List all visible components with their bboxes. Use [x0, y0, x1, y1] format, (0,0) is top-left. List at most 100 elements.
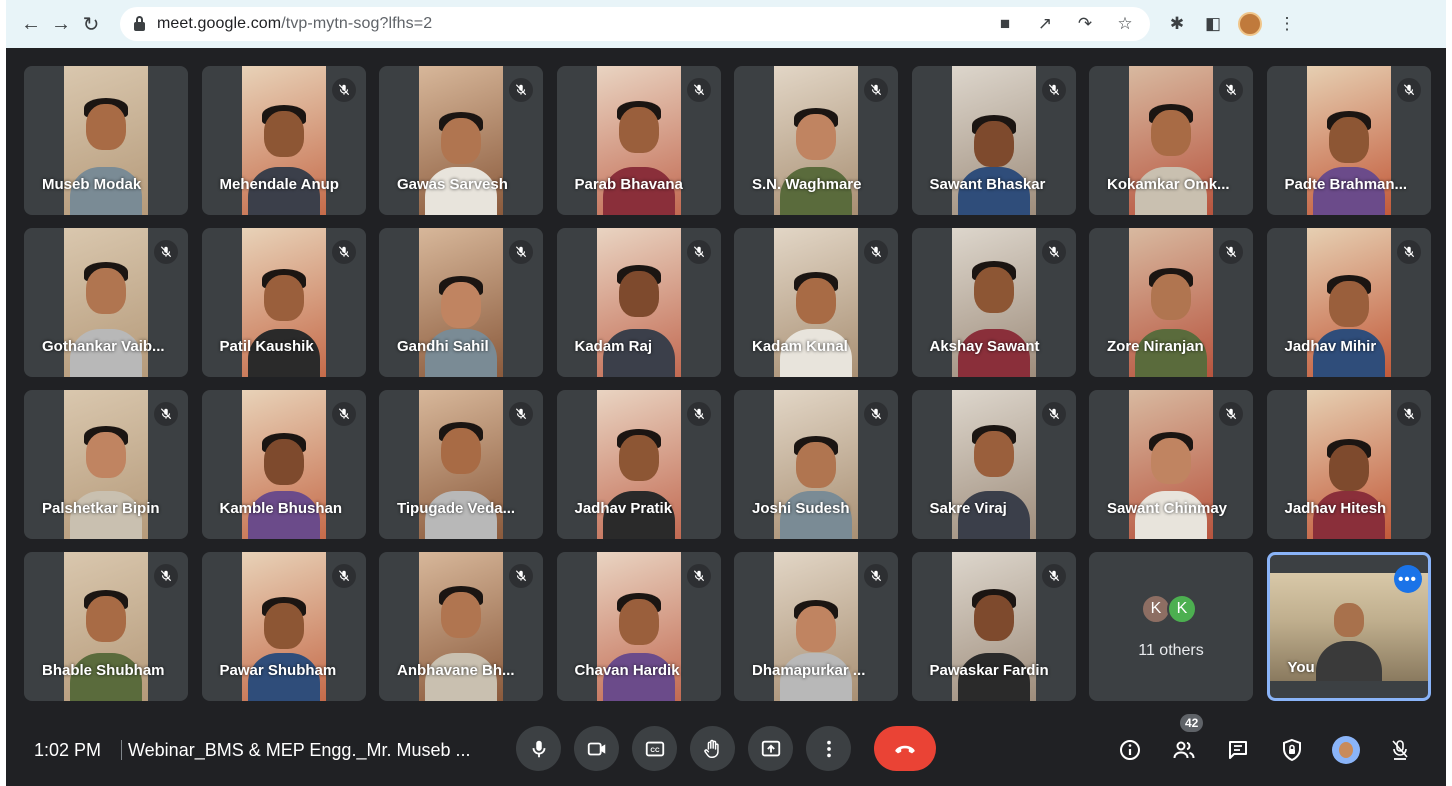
participant-tile[interactable]: Palshetkar Bipin [24, 390, 188, 539]
participant-tile[interactable]: Museb Modak [24, 66, 188, 215]
mic-off-icon [331, 78, 356, 102]
participant-tile[interactable]: Joshi Sudesh [734, 390, 898, 539]
participant-tile[interactable]: Tipugade Veda... [379, 390, 543, 539]
participant-name: Sakre Viraj [929, 500, 1007, 517]
browser-toolbar: ← → ↻ meet.google.com/tvp-mytn-sog?lfhs=… [6, 0, 1446, 48]
extensions-puzzle-icon[interactable]: ✱ [1166, 13, 1188, 35]
participant-tile[interactable]: Akshay Sawant [911, 228, 1076, 377]
back-arrow-icon[interactable]: ← [16, 9, 46, 39]
share-icon[interactable]: ↷ [1074, 13, 1096, 35]
mic-off-icon [686, 78, 711, 102]
microphone-icon [532, 740, 545, 757]
participant-tile[interactable]: Parab Bhavana [556, 66, 721, 215]
forward-arrow-icon[interactable]: → [46, 9, 76, 39]
participant-tile[interactable]: Gawas Sarvesh [379, 66, 543, 215]
participant-name: Kadam Kunal [752, 338, 848, 355]
participant-name: Palshetkar Bipin [42, 500, 160, 517]
participant-tile[interactable]: Zore Niranjan [1089, 228, 1253, 377]
participant-tile[interactable]: Kamble Bhushan [201, 390, 366, 539]
address-bar[interactable]: meet.google.com/tvp-mytn-sog?lfhs=2 ■ ↗ … [120, 7, 1150, 41]
participant-tile[interactable]: Bhable Shubham [24, 552, 188, 701]
video-camera-icon [587, 742, 605, 755]
participant-tile[interactable]: Sakre Viraj [911, 390, 1076, 539]
participant-tile[interactable]: Gothankar Vaib... [24, 228, 188, 377]
participant-tile[interactable]: Chavan Hardik [556, 552, 721, 701]
camera-button[interactable] [574, 726, 619, 771]
meeting-details-button[interactable] [1114, 734, 1146, 766]
participant-name: Gothankar Vaib... [42, 338, 165, 355]
participant-tile[interactable]: Gandhi Sahil [379, 228, 543, 377]
camera-blocked-icon[interactable]: ■ [994, 13, 1016, 35]
mic-off-icon [864, 78, 888, 102]
mic-off-icon [864, 564, 888, 588]
mic-off-icon [1219, 402, 1243, 426]
bookmark-star-icon[interactable]: ☆ [1114, 13, 1136, 35]
meet-window: ← → ↻ meet.google.com/tvp-mytn-sog?lfhs=… [6, 0, 1446, 786]
participant-name: Pawaskar Fardin [929, 662, 1049, 679]
participant-tile[interactable]: Dhamapurkar ... [734, 552, 898, 701]
others-avatars: KK [1141, 594, 1197, 624]
participant-name: Jadhav Mihir [1284, 338, 1377, 355]
others-count-label: 11 others [1138, 642, 1204, 659]
participant-tile[interactable]: Kadam Raj [556, 228, 721, 377]
participant-tile[interactable]: Kokamkar Omk... [1089, 66, 1253, 215]
profile-avatar[interactable] [1238, 12, 1262, 36]
people-icon [1173, 741, 1195, 759]
people-button[interactable]: 42 [1168, 714, 1204, 766]
captions-button[interactable]: CC [632, 726, 677, 771]
participant-name: Akshay Sawant [929, 338, 1040, 355]
tile-more-options-icon[interactable]: ••• [1393, 565, 1422, 593]
chat-button[interactable] [1222, 734, 1254, 766]
participant-count-badge: 42 [1180, 714, 1204, 732]
participant-tile[interactable]: Pawar Shubham [201, 552, 366, 701]
present-screen-icon [761, 740, 780, 756]
participant-name: Sawant Chinmay [1107, 500, 1228, 517]
closed-captions-icon: CC [645, 741, 664, 756]
participant-name: Kamble Bhushan [219, 500, 343, 517]
participant-name: Patil Kaushik [219, 338, 314, 355]
host-controls-button[interactable] [1276, 734, 1308, 766]
participant-tile[interactable]: Jadhav Mihir [1266, 228, 1431, 377]
others-tile[interactable]: K K 11 others [1089, 552, 1253, 701]
participant-tile[interactable]: Pawaskar Fardin [911, 552, 1076, 701]
chrome-menu-icon[interactable]: ⋮ [1276, 13, 1298, 35]
participant-name: Padte Brahman... [1284, 176, 1408, 193]
mic-off-icon [509, 240, 533, 264]
participant-tile[interactable]: Jadhav Hitesh [1266, 390, 1431, 539]
raise-hand-button[interactable] [690, 726, 735, 771]
leave-call-button[interactable] [874, 726, 936, 771]
self-tile[interactable]: ••• You [1266, 552, 1431, 701]
lock-icon[interactable] [134, 15, 145, 31]
present-screen-button[interactable] [748, 726, 793, 771]
reload-icon[interactable]: ↻ [76, 9, 106, 39]
mute-all-button[interactable] [1384, 734, 1416, 766]
participant-tile[interactable]: Jadhav Pratik [556, 390, 721, 539]
participant-name: Gandhi Sahil [397, 338, 489, 355]
participant-tile[interactable]: Sawant Chinmay [1089, 390, 1253, 539]
user-avatar-icon [1332, 736, 1360, 764]
microphone-button[interactable] [516, 726, 561, 771]
side-panel-icon[interactable]: ◧ [1202, 13, 1224, 35]
participant-tile[interactable]: S.N. Waghmare [734, 66, 898, 215]
mic-off-icon [686, 564, 711, 588]
mic-off-icon [864, 402, 888, 426]
participant-tile[interactable]: Sawant Bhaskar [911, 66, 1076, 215]
participant-tile[interactable]: Patil Kaushik [201, 228, 366, 377]
more-options-button[interactable] [806, 726, 851, 771]
avatar: K [1167, 594, 1197, 624]
self-label: You [1287, 659, 1315, 676]
participant-tile[interactable]: Anbhavane Bh... [379, 552, 543, 701]
mic-off-icon [686, 240, 711, 264]
participant-name: Zore Niranjan [1107, 338, 1204, 355]
mic-off-icon [154, 240, 178, 264]
participant-grid: Museb Modak Mehendale Anup Gawas Sarvesh Pa… [24, 66, 1431, 701]
activities-button[interactable] [1330, 734, 1362, 766]
participant-tile[interactable]: Padte Brahman... [1266, 66, 1431, 215]
participant-tile[interactable]: Kadam Kunal [734, 228, 898, 377]
mic-off-icon [154, 564, 178, 588]
mic-off-icon [154, 402, 178, 426]
participant-tile[interactable]: Mehendale Anup [201, 66, 366, 215]
open-in-new-icon[interactable]: ↗ [1034, 13, 1056, 35]
participant-name: Anbhavane Bh... [397, 662, 515, 679]
end-call-icon [895, 745, 915, 753]
